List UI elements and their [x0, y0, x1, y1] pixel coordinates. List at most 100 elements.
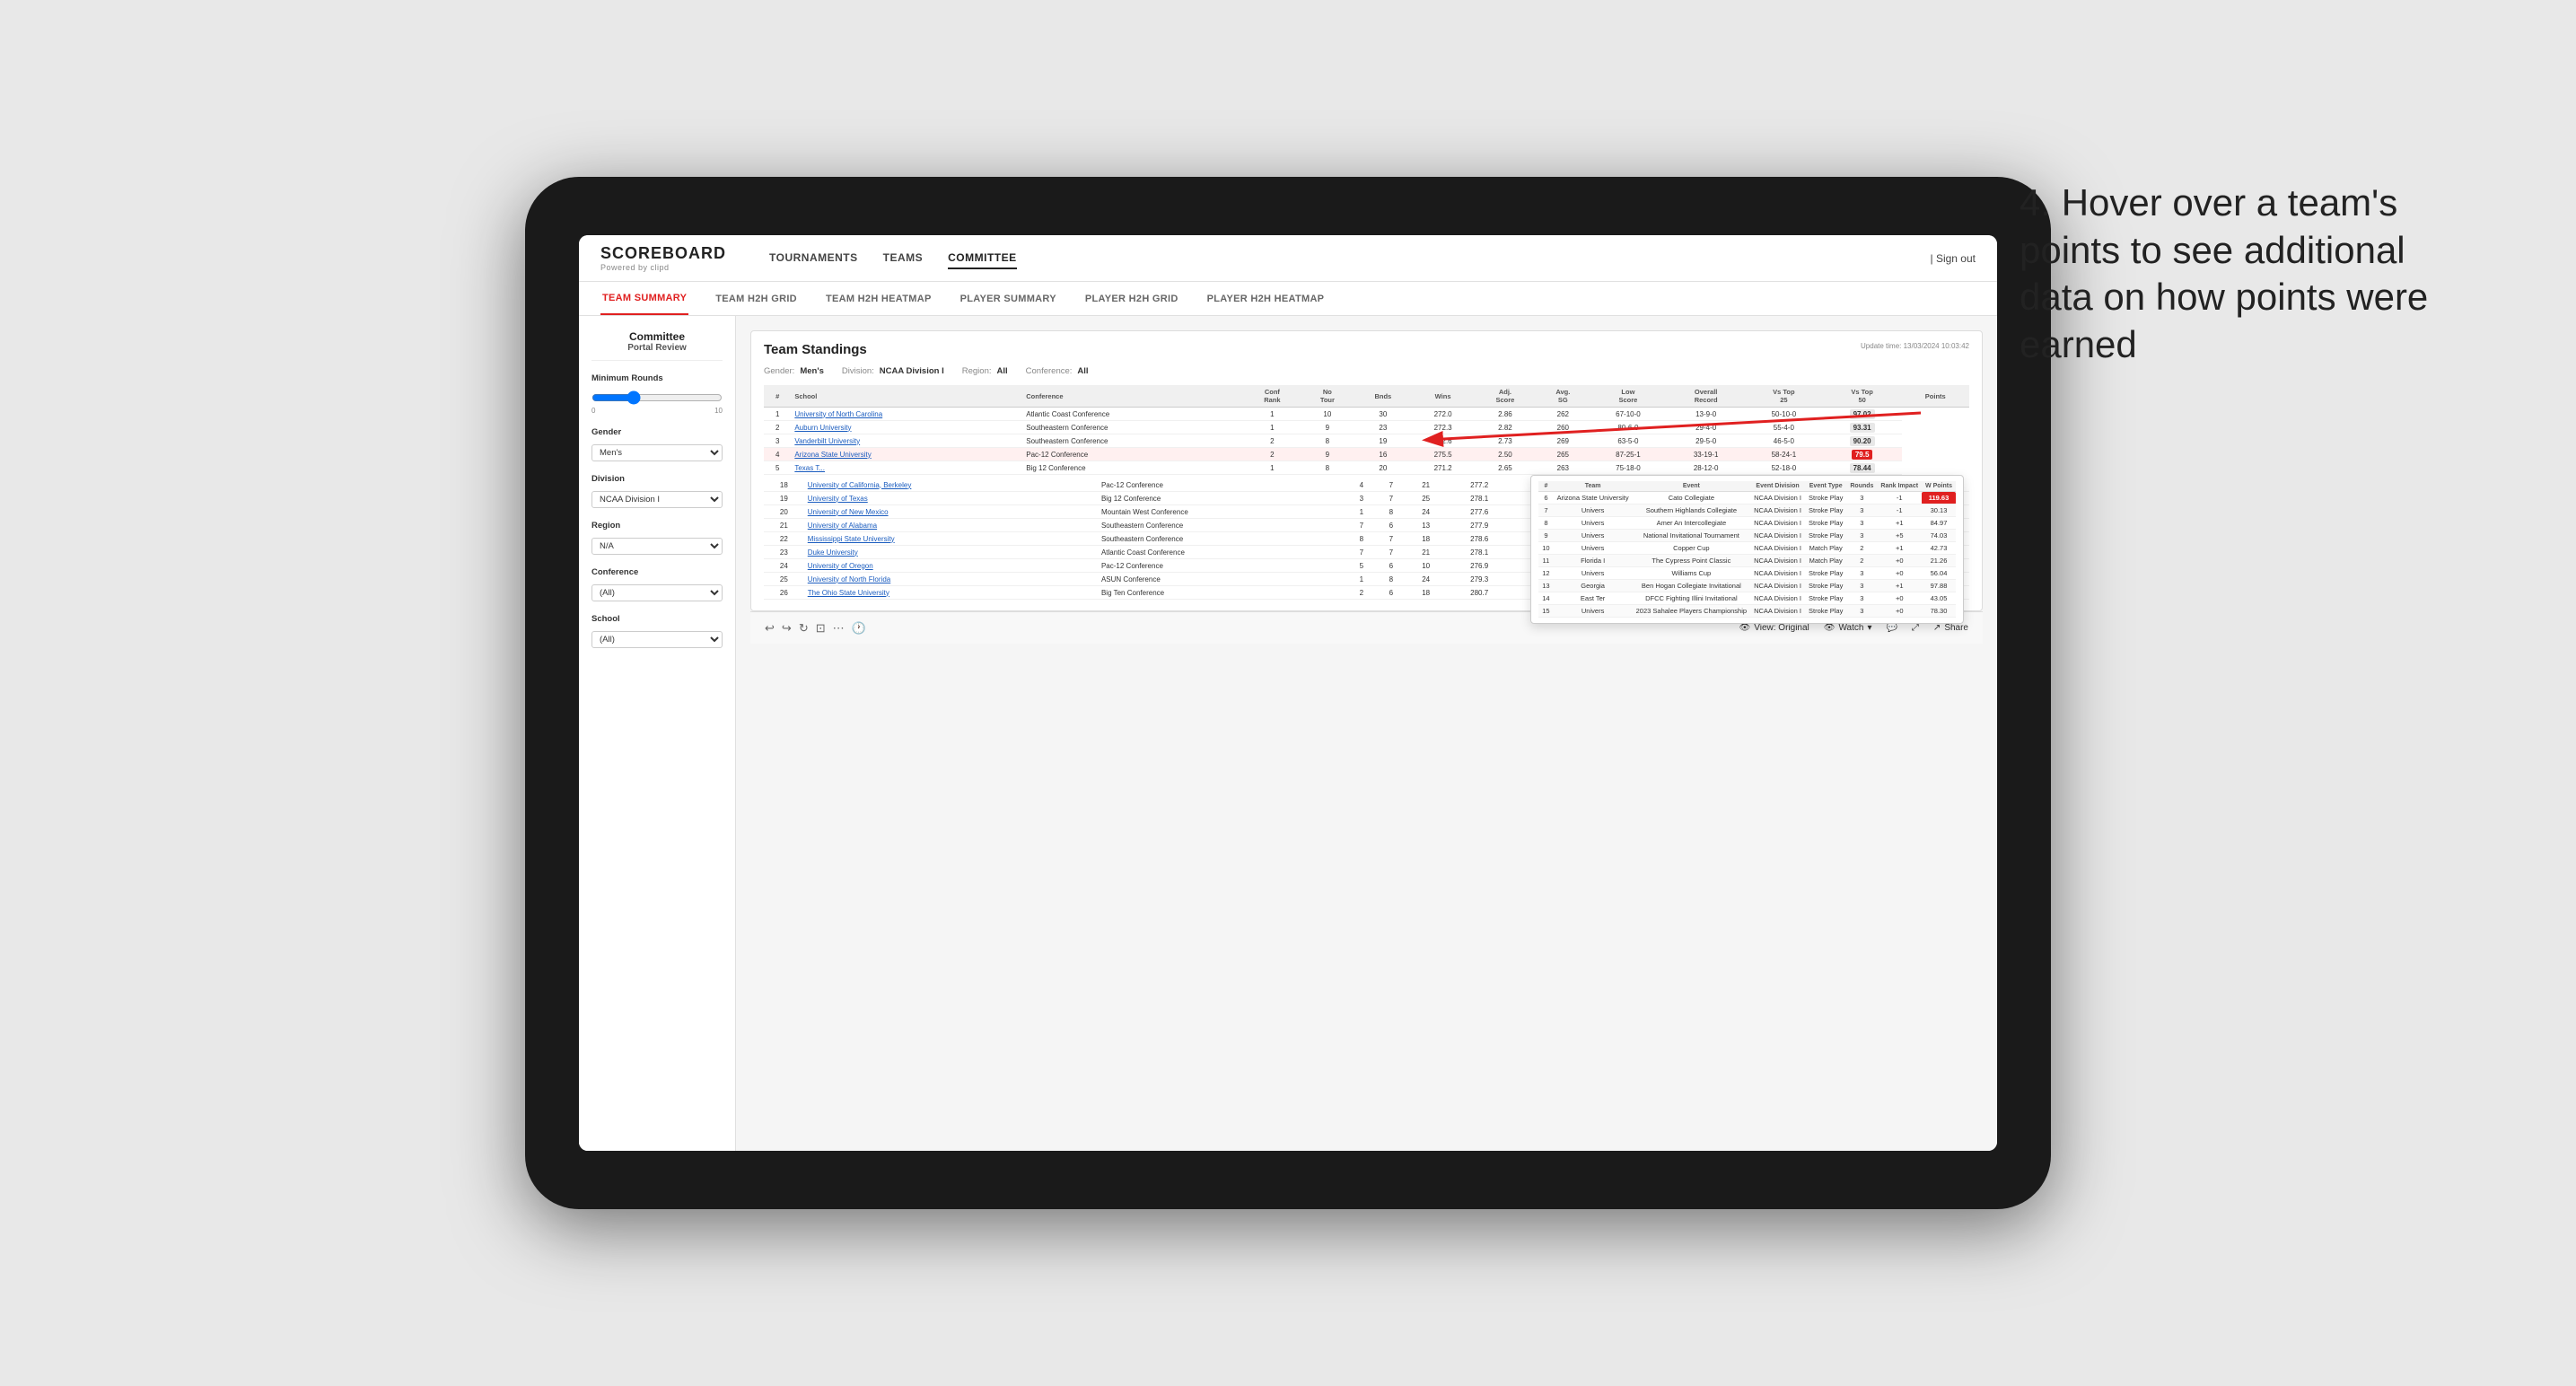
col-no-tour: NoTour: [1301, 385, 1354, 408]
col-rank: #: [764, 385, 791, 408]
comment-button[interactable]: 💬: [1886, 623, 1897, 633]
table-header-row: # School Conference ConfRank NoTour Bnds…: [764, 385, 1969, 408]
table-row[interactable]: 1 University of North Carolina Atlantic …: [764, 408, 1969, 421]
filter-row: Gender: Men's Division: NCAA Division I …: [764, 366, 1969, 376]
region-select[interactable]: N/A All East West: [591, 538, 723, 555]
col-conf-rank: ConfRank: [1243, 385, 1301, 408]
sidebar: Committee Portal Review Minimum Rounds 0…: [579, 316, 736, 1151]
range-values: 010: [591, 407, 723, 415]
list-item: 10 Univers Copper Cup NCAA Division I Ma…: [1538, 542, 1956, 555]
sidebar-label-region: Region: [591, 521, 723, 531]
sidebar-title1: Committee: [591, 330, 723, 343]
rounds-range-input[interactable]: [591, 390, 723, 405]
sidebar-section-conference: Conference (All) Atlantic Coast Conferen…: [591, 567, 723, 601]
standings-header: Team Standings Update time: 13/03/2024 1…: [764, 342, 1969, 357]
sidebar-section-region: Region N/A All East West: [591, 521, 723, 555]
sidebar-section-rounds: Minimum Rounds 010: [591, 373, 723, 415]
toolbar-right: 👁 View: Original 👁 Watch ▾ 💬 ⤢: [1739, 623, 1968, 633]
school-select[interactable]: (All): [591, 631, 723, 648]
view-icon: 👁: [1739, 623, 1751, 633]
filter-region: Region: All: [962, 366, 1008, 376]
share-button[interactable]: ↗ Share: [1933, 623, 1968, 633]
view-original-button[interactable]: 👁 View: Original: [1739, 623, 1809, 633]
sidebar-title: Committee Portal Review: [591, 330, 723, 361]
standings-title: Team Standings: [764, 342, 867, 357]
nav-item-tournaments[interactable]: TOURNAMENTS: [769, 248, 858, 269]
list-item: 12 Univers Williams Cup NCAA Division I …: [1538, 567, 1956, 580]
list-item: 14 East Ter DFCC Fighting Illini Invitat…: [1538, 592, 1956, 605]
division-select[interactable]: NCAA Division I NCAA Division II NCAA Di…: [591, 491, 723, 508]
filter-gender: Gender: Men's: [764, 366, 824, 376]
standings-panel: Team Standings Update time: 13/03/2024 1…: [750, 330, 1983, 611]
redo-icon[interactable]: ↪: [782, 621, 792, 636]
sub-nav-player-summary[interactable]: PLAYER SUMMARY: [959, 282, 1058, 315]
watch-icon: 👁: [1824, 623, 1836, 633]
sub-nav-team-h2h-grid[interactable]: TEAM H2H GRID: [714, 282, 799, 315]
conference-select[interactable]: (All) Atlantic Coast Conference Big Ten …: [591, 584, 723, 601]
table-row[interactable]: 3 Vanderbilt University Southeastern Con…: [764, 434, 1969, 448]
expand-icon: ⤢: [1912, 623, 1919, 633]
sidebar-label-gender: Gender: [591, 427, 723, 437]
nav-item-teams[interactable]: TEAMS: [883, 248, 924, 269]
sidebar-range-wrapper: 010: [591, 390, 723, 415]
table-row[interactable]: 2 Auburn University Southeastern Confere…: [764, 421, 1969, 434]
list-item: 9 Univers National Invitational Tourname…: [1538, 530, 1956, 542]
col-school: School: [791, 385, 1022, 408]
col-conference: Conference: [1022, 385, 1243, 408]
tablet-screen: SCOREBOARD Powered by clipd TOURNAMENTS …: [579, 235, 1997, 1151]
col-avg-sg: Avg.SG: [1537, 385, 1589, 408]
main-content: Committee Portal Review Minimum Rounds 0…: [579, 316, 1997, 1151]
table-row[interactable]: 5 Texas T... Big 12 Conference 1820 271.…: [764, 461, 1969, 475]
col-adj-score: Adj.Score: [1474, 385, 1537, 408]
list-item: 15 Univers 2023 Sahalee Players Champion…: [1538, 605, 1956, 618]
sub-nav-team-summary[interactable]: TEAM SUMMARY: [600, 282, 688, 315]
list-item: 7 Univers Southern Highlands Collegiate …: [1538, 504, 1956, 517]
table-row-highlighted[interactable]: 4 Arizona State University Pac-12 Confer…: [764, 448, 1969, 461]
col-points: Points: [1902, 385, 1969, 408]
logo-sub: Powered by clipd: [600, 263, 726, 272]
nav-items: TOURNAMENTS TEAMS COMMITTEE: [769, 248, 1901, 269]
undo-icon[interactable]: ↩: [765, 621, 775, 636]
comment-icon: 💬: [1886, 623, 1897, 633]
content-area: Team Standings Update time: 13/03/2024 1…: [736, 316, 1997, 1151]
watch-button[interactable]: 👁 Watch ▾: [1824, 623, 1872, 633]
clock-icon[interactable]: 🕐: [852, 621, 866, 636]
tablet-frame: SCOREBOARD Powered by clipd TOURNAMENTS …: [525, 177, 2051, 1209]
refresh-icon[interactable]: ↻: [799, 621, 809, 636]
sidebar-label-division: Division: [591, 474, 723, 484]
list-item: 8 Univers Amer An Intercollegiate NCAA D…: [1538, 517, 1956, 530]
sub-nav-player-h2h-heatmap[interactable]: PLAYER H2H HEATMAP: [1205, 282, 1327, 315]
toolbar-left: ↩ ↪ ↻ ⊡ ⋯ 🕐: [765, 621, 866, 636]
gender-select[interactable]: Men's Women's: [591, 444, 723, 461]
sidebar-section-division: Division NCAA Division I NCAA Division I…: [591, 474, 723, 508]
col-wins: Wins: [1412, 385, 1473, 408]
col-overall-record: OverallRecord: [1667, 385, 1745, 408]
share-icon: ↗: [1933, 623, 1941, 633]
sidebar-section-gender: Gender Men's Women's: [591, 427, 723, 461]
expand-button[interactable]: ⤢: [1912, 623, 1919, 633]
col-low-score: LowScore: [1590, 385, 1668, 408]
col-vs-top50: Vs Top50: [1823, 385, 1902, 408]
list-item: 11 Florida I The Cypress Point Classic N…: [1538, 555, 1956, 567]
annotation-text: 4. Hover over a team's points to see add…: [2020, 180, 2468, 368]
filter-division: Division: NCAA Division I: [842, 366, 944, 376]
col-bnds: Bnds: [1354, 385, 1412, 408]
more-icon[interactable]: ⋯: [833, 621, 845, 636]
nav-item-committee[interactable]: COMMITTEE: [948, 248, 1017, 269]
copy-icon[interactable]: ⊡: [816, 621, 826, 636]
filter-conference: Conference: All: [1026, 366, 1089, 376]
sidebar-label-school: School: [591, 614, 723, 624]
nav-bar: SCOREBOARD Powered by clipd TOURNAMENTS …: [579, 235, 1997, 282]
logo-title: SCOREBOARD: [600, 244, 726, 263]
popup-header-row: # Team Event Event Division Event Type R…: [1538, 481, 1956, 492]
standings-table: # School Conference ConfRank NoTour Bnds…: [764, 385, 1969, 475]
sub-nav-team-h2h-heatmap[interactable]: TEAM H2H HEATMAP: [824, 282, 933, 315]
sub-nav-player-h2h-grid[interactable]: PLAYER H2H GRID: [1083, 282, 1180, 315]
col-vs-top25: Vs Top25: [1745, 385, 1823, 408]
sidebar-title2: Portal Review: [591, 343, 723, 353]
sub-nav: TEAM SUMMARY TEAM H2H GRID TEAM H2H HEAT…: [579, 282, 1997, 316]
update-time: Update time: 13/03/2024 10:03:42: [1861, 342, 1969, 350]
list-item: 6 Arizona State University Cato Collegia…: [1538, 492, 1956, 504]
sign-out-link[interactable]: | Sign out: [1931, 252, 1976, 265]
sidebar-label-conference: Conference: [591, 567, 723, 577]
